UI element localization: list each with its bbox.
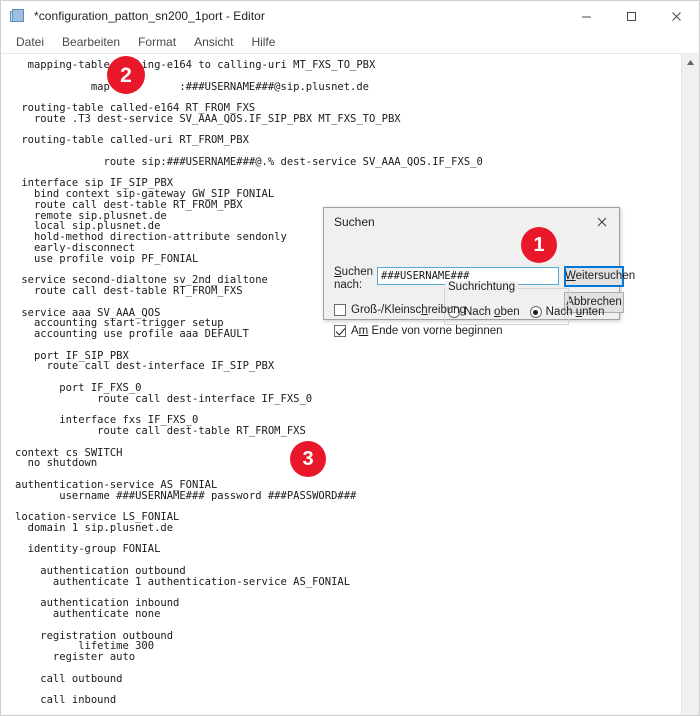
editor-area: mapping-table calling-e164 to calling-ur… [1,54,699,715]
menu-item-format[interactable]: Format [129,33,185,51]
window-title: *configuration_patton_sn200_1port - Edit… [34,9,265,23]
maximize-button[interactable] [609,1,654,31]
checkbox-match-case[interactable]: Groß-/Kleinschreibung [334,304,466,316]
config-text[interactable]: mapping-table calling-e164 to calling-ur… [15,60,681,715]
close-icon [672,11,681,21]
menu-item-datei[interactable]: Datei [7,33,53,51]
annotation-badge-1: 1 [521,227,557,263]
find-dialog-title: Suchen [334,215,375,229]
radio-selected-icon [529,306,542,318]
notepad-window: *configuration_patton_sn200_1port - Edit… [0,0,700,716]
checkbox-wrap-around-label: Am Ende von vorne beginnen [351,325,503,337]
maximize-icon [627,11,636,21]
close-icon [597,217,607,227]
checkbox-wrap-around[interactable]: Am Ende von vorne beginnen [334,325,503,337]
annotation-badge-2: 2 [107,56,145,94]
find-dialog-title-bar: Suchen [324,208,619,236]
close-button[interactable] [654,1,699,31]
scroll-up-arrow-icon[interactable] [682,54,699,71]
search-direction-radios: Nach oben Nach unten [448,306,604,318]
menu-item-ansicht[interactable]: Ansicht [185,33,242,51]
search-direction-group-title: Suchrichtung [445,281,519,293]
minimize-button[interactable] [564,1,609,31]
search-label-line2: nach: [334,279,363,291]
minimize-icon [582,16,591,17]
menu-item-hilfe[interactable]: Hilfe [242,33,284,51]
radio-nach-oben-label: Nach oben [464,306,520,318]
vertical-scrollbar[interactable] [681,54,699,715]
window-controls [564,1,699,31]
annotation-badge-3: 3 [290,441,326,477]
radio-nach-unten-label: Nach unten [545,306,605,318]
find-dialog-close-button[interactable] [585,208,619,236]
scrollbar-track[interactable] [682,71,699,715]
notepad-document-icon [10,8,26,24]
radio-nach-unten[interactable]: Nach unten [529,306,605,318]
checkbox-checked-icon [334,325,346,337]
search-label-line1: Suchen [334,266,374,278]
checkbox-unchecked-icon [334,304,346,316]
find-next-button[interactable]: Weitersuchen [564,266,635,287]
find-dialog: Suchen Suchen nach: Weitersuchen Abbrech… [323,207,635,337]
find-dialog-body: Suchen nach: Weitersuchen Abbrechen Such… [324,236,635,337]
menu-item-bearbeiten[interactable]: Bearbeiten [53,33,129,51]
text-canvas[interactable]: mapping-table calling-e164 to calling-ur… [1,54,681,715]
checkbox-match-case-label: Groß-/Kleinschreibung [351,304,467,316]
menu-bar: Datei Bearbeiten Format Ansicht Hilfe [1,31,699,54]
title-bar: *configuration_patton_sn200_1port - Edit… [1,1,699,31]
